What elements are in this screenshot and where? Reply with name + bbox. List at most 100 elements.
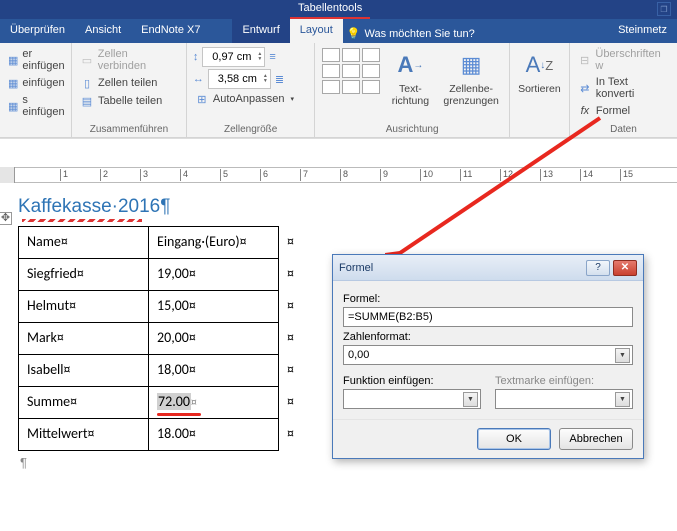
group-label-merge: Zusammenführen (78, 122, 180, 135)
insert-col-right-icon: ▦ (8, 99, 18, 113)
align-bc[interactable] (342, 80, 360, 94)
tell-me[interactable]: 💡 Was möchten Sie tun? (343, 19, 485, 43)
lbl: er einfügen (22, 48, 64, 72)
align-mc[interactable] (342, 64, 360, 78)
align-br[interactable] (362, 80, 380, 94)
cell[interactable]: Name¤ (19, 227, 149, 259)
label-numfmt: Zahlenformat: (343, 331, 633, 343)
row-height-icon: ↕ (193, 51, 199, 63)
close-button[interactable]: ✕ (613, 260, 637, 276)
dialog-titlebar[interactable]: Formel ? ✕ (333, 255, 643, 281)
label-formula: Formel: (343, 293, 633, 305)
table-move-handle[interactable]: ✥ (0, 212, 12, 225)
align-tr[interactable] (362, 48, 380, 62)
merge-icon: ▭ (80, 53, 94, 67)
lbl: Zellen verbinden (98, 48, 178, 72)
cell-margins-button[interactable]: ▦ Zellenbe- grenzungen (439, 47, 502, 109)
table-row: Name¤ Eingang·(Euro)¤ ¤ (19, 227, 303, 259)
dropdown-icon[interactable]: ▼ (463, 392, 478, 407)
ruler[interactable]: 1 2 3 4 5 6 7 8 9 10 11 12 13 14 15 (0, 138, 677, 186)
data-table[interactable]: Name¤ Eingang·(Euro)¤ ¤ Siegfried¤19,00¤… (18, 226, 303, 451)
dropdown-icon[interactable]: ▼ (615, 348, 630, 363)
spellcheck-squiggle (22, 219, 142, 222)
lbl: In Text konverti (596, 76, 669, 100)
insert-function-combo[interactable]: ▼ (343, 389, 481, 409)
number-format-combo[interactable]: 0,00 ▼ (343, 345, 633, 365)
heading-text: Kaffekasse·2016¶ (18, 196, 170, 217)
lbl: Zellenbe- grenzungen (443, 83, 498, 107)
ok-button[interactable]: OK (477, 428, 551, 450)
cell[interactable]: Eingang·(Euro)¤ (149, 227, 279, 259)
table-row: Helmut¤15,00¤¤ (19, 291, 303, 323)
formula-input[interactable] (343, 307, 633, 327)
table-row: Siegfried¤19,00¤¤ (19, 259, 303, 291)
insert-button-frag-1[interactable]: ▦er einfügen (6, 47, 65, 73)
distribute-rows-icon[interactable]: ≡ (269, 51, 275, 63)
sort-button[interactable]: A↓Z Sortieren (516, 47, 563, 97)
lbl: einfügen (22, 77, 64, 89)
insert-bookmark-combo[interactable]: ▼ (495, 389, 633, 409)
tab-extra[interactable]: Steinmetz (608, 19, 677, 43)
split-cells-button[interactable]: ▯ Zellen teilen (78, 75, 180, 91)
align-tc[interactable] (342, 48, 360, 62)
val: 0,97 cm (205, 51, 253, 63)
group-label (6, 122, 65, 135)
convert-to-text-button[interactable]: ⇄In Text konverti (576, 75, 671, 101)
lbl: AutoAnpassen (213, 93, 285, 105)
distribute-cols-icon[interactable]: ≣ (275, 73, 284, 86)
formula-button[interactable]: fxFormel (576, 103, 671, 119)
lbl: Zellen teilen (98, 77, 157, 89)
group-label-align: Ausrichtung (321, 122, 502, 135)
table-row: Mittelwert¤18.00¤¤ (19, 419, 303, 451)
dropdown-icon[interactable]: ▼ (615, 392, 630, 407)
tab-review[interactable]: Überprüfen (0, 19, 75, 43)
table-row: Isabell¤18,00¤¤ (19, 355, 303, 387)
window-restore-button[interactable]: ❐ (657, 2, 671, 16)
lightbulb-icon: 💡 (347, 27, 361, 40)
merge-cells-button[interactable]: ▭ Zellen verbinden (78, 47, 180, 73)
row-height-input[interactable]: 0,97 cm ▲▼ (202, 47, 265, 67)
repeat-header-button[interactable]: ⊟ Überschriften w (576, 47, 671, 73)
spinner-icon[interactable]: ▲▼ (263, 74, 268, 84)
dialog-title: Formel (339, 262, 373, 274)
lbl: Text- richtung (392, 83, 429, 107)
tell-me-label: Was möchten Sie tun? (364, 28, 474, 40)
context-tab-title: Tabellentools (280, 0, 380, 19)
lbl: Sortieren (518, 83, 561, 95)
spinner-icon[interactable]: ▲▼ (257, 52, 262, 62)
lbl: Formel (596, 105, 630, 117)
val: 3,58 cm (211, 73, 259, 85)
lbl: Überschriften w (595, 48, 669, 72)
tab-layout[interactable]: Layout (290, 19, 343, 43)
group-label-data: Daten (576, 122, 671, 135)
help-button[interactable]: ? (586, 260, 610, 276)
align-ml[interactable] (322, 64, 340, 78)
split-table-button[interactable]: ▤Tabelle teilen (78, 93, 180, 109)
align-mr[interactable] (362, 64, 380, 78)
insert-button-frag-2[interactable]: ▦einfügen (6, 75, 65, 91)
alignment-grid[interactable] (321, 47, 381, 109)
cell-margins-icon: ▦ (461, 49, 482, 81)
align-tl[interactable] (322, 48, 340, 62)
text-direction-button[interactable]: A→ Text- richtung (387, 47, 433, 109)
ribbon-tabs: Überprüfen Ansicht EndNote X7 Entwurf La… (0, 19, 677, 43)
repeat-header-icon: ⊟ (578, 53, 591, 67)
tab-view[interactable]: Ansicht (75, 19, 131, 43)
group-label-cellsize: Zellengröße (193, 122, 309, 135)
table-row: Mark¤20,00¤¤ (19, 323, 303, 355)
autofit-button[interactable]: ⊞AutoAnpassen▾ (193, 91, 309, 107)
title-bar: Tabellentools ❐ (0, 0, 677, 19)
col-width-input[interactable]: 3,58 cm ▲▼ (208, 69, 271, 89)
cancel-button[interactable]: Abbrechen (559, 428, 633, 450)
tab-design[interactable]: Entwurf (232, 19, 289, 43)
insert-button-frag-3[interactable]: ▦s einfügen (6, 93, 65, 119)
lbl: Tabelle teilen (98, 95, 162, 107)
heading[interactable]: Kaffekasse·2016¶ (18, 196, 659, 220)
split-cells-icon: ▯ (80, 76, 94, 90)
combo-value: 0,00 (348, 349, 369, 361)
align-bl[interactable] (322, 80, 340, 94)
cell-mark[interactable]: ¤ (279, 227, 303, 259)
tab-endnote[interactable]: EndNote X7 (131, 19, 210, 43)
sum-cell[interactable]: 72.00¤ (149, 387, 279, 419)
selected-field[interactable]: 72.00 (157, 393, 191, 410)
